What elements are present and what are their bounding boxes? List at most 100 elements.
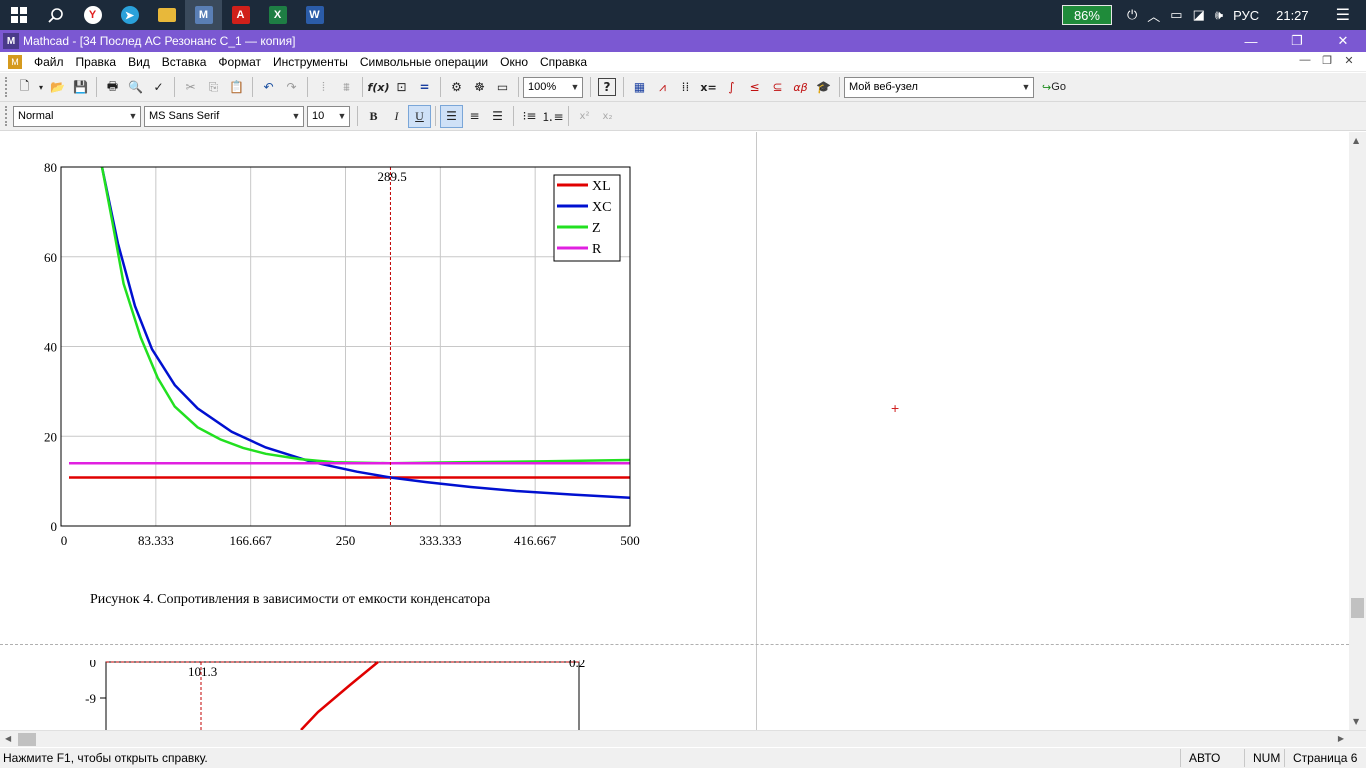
subscript-icon[interactable]: x₂ — [596, 105, 619, 128]
print-icon[interactable]: 🖶 — [101, 76, 124, 99]
run-script-icon[interactable]: ☸ — [468, 76, 491, 99]
doc-close-button[interactable]: ✕ — [1338, 54, 1360, 67]
language-indicator[interactable]: РУС — [1233, 8, 1259, 23]
menu-window[interactable]: Окно — [494, 55, 534, 69]
resistance-chart[interactable]: 0 83.333 166.667 250 333.333 416.667 500 0 20 40 6… — [0, 132, 680, 562]
bullet-list-icon[interactable]: ⁝≡ — [518, 105, 541, 128]
scroll-up-arrow-icon[interactable]: ▲ — [1353, 136, 1359, 145]
superscript-icon[interactable]: x² — [573, 105, 596, 128]
chevron-down-icon[interactable]: ▼ — [1019, 78, 1033, 97]
menu-symbolics[interactable]: Символьные операции — [354, 55, 494, 69]
open-folder-icon[interactable]: 📂 — [46, 76, 69, 99]
programming-toolbar-icon[interactable]: ⊆ — [766, 76, 789, 99]
save-icon[interactable]: 💾 — [69, 76, 92, 99]
speaker-icon[interactable]: 🕪 — [1215, 7, 1223, 23]
horizontal-scroll-thumb[interactable] — [18, 733, 36, 746]
insert-unit-icon[interactable]: ⊡ — [390, 76, 413, 99]
chevron-down-icon[interactable]: ▼ — [126, 107, 140, 126]
menu-help[interactable]: Справка — [534, 55, 593, 69]
spell-check-icon[interactable]: ✓ — [147, 76, 170, 99]
menu-file[interactable]: Файл — [28, 55, 70, 69]
web-node-select[interactable]: Мой веб-узел ▼ — [844, 76, 1034, 98]
battery-indicator[interactable]: 86% — [1061, 5, 1112, 25]
menu-view[interactable]: Вид — [122, 55, 156, 69]
print-preview-icon[interactable]: 🔍 — [124, 76, 147, 99]
align-down-icon[interactable]: ⩩ — [335, 76, 358, 99]
paste-icon[interactable]: 📋 — [225, 76, 248, 99]
symbolic-toolbar-icon[interactable]: 🎓 — [812, 76, 835, 99]
file-explorer-icon[interactable] — [148, 0, 185, 30]
greek-toolbar-icon[interactable]: αβ — [789, 76, 812, 99]
clock[interactable]: 21:27 — [1276, 8, 1309, 23]
chevron-down-icon[interactable]: ▼ — [289, 107, 303, 126]
chevron-down-icon[interactable]: ▼ — [568, 78, 582, 97]
power-plug-icon[interactable]: ⏻ — [1127, 7, 1137, 23]
graph-toolbar-icon[interactable]: ⩘ — [651, 76, 674, 99]
document-icon[interactable]: M — [8, 54, 22, 69]
vertical-scroll-thumb[interactable] — [1351, 598, 1364, 618]
status-bar: Нажмите F1, чтобы открыть справку. АВТО … — [0, 748, 1366, 768]
worksheet[interactable]: + 0 83.333 166.667 250 333.333 416.667 500 0 20 4… — [0, 132, 1349, 730]
evaluation-toolbar-icon[interactable]: x= — [697, 76, 720, 99]
menu-edit[interactable]: Правка — [70, 55, 123, 69]
new-document-icon[interactable]: 🗋 — [13, 76, 36, 99]
font-select[interactable]: MS Sans Serif ▼ — [144, 105, 304, 127]
notification-icon[interactable]: ☰ — [1336, 5, 1350, 25]
horizontal-scrollbar[interactable]: ◀ ▶ — [0, 730, 1366, 747]
second-chart[interactable]: 101.3 0 -9 0.2 — [0, 660, 680, 730]
chevron-up-icon[interactable]: ︿ — [1147, 6, 1160, 25]
component-wizard-icon[interactable]: ⚙ — [445, 76, 468, 99]
calculator-toolbar-icon[interactable]: ▦ — [628, 76, 651, 99]
font-size-select[interactable]: 10 ▼ — [307, 105, 350, 127]
zoom-select[interactable]: 100% ▼ — [523, 76, 583, 98]
window-title: Mathcad - [34 Послед АС Резонанс С_1 — к… — [23, 34, 296, 48]
align-right-icon[interactable]: ☰ — [486, 105, 509, 128]
battery-icon[interactable]: ▭ — [1170, 7, 1182, 23]
menu-format[interactable]: Формат — [212, 55, 267, 69]
calculate-icon[interactable]: = — [413, 76, 436, 99]
cut-icon[interactable]: ✂ — [179, 76, 202, 99]
doc-minimize-button[interactable]: — — [1294, 54, 1316, 67]
help-icon[interactable]: ? — [598, 78, 616, 96]
insert-function-icon[interactable]: f(x) — [367, 76, 390, 99]
menu-insert[interactable]: Вставка — [156, 55, 213, 69]
vertical-scrollbar[interactable]: ▲ ▼ — [1349, 132, 1366, 730]
calculus-toolbar-icon[interactable]: ∫ — [720, 76, 743, 99]
toolbar-grip[interactable] — [5, 106, 9, 126]
italic-button[interactable]: I — [385, 105, 408, 128]
undo-icon[interactable]: ↶ — [257, 76, 280, 99]
align-across-icon[interactable]: ⦙ — [312, 76, 335, 99]
redo-icon[interactable]: ↷ — [280, 76, 303, 99]
boolean-toolbar-icon[interactable]: ≤ — [743, 76, 766, 99]
close-button[interactable]: ✕ — [1320, 30, 1366, 52]
doc-restore-button[interactable]: ❐ — [1316, 54, 1338, 67]
matrix-toolbar-icon[interactable]: ⁞⁞ — [674, 76, 697, 99]
bold-button[interactable]: B — [362, 105, 385, 128]
align-center-icon[interactable]: ≡ — [463, 105, 486, 128]
copy-icon[interactable]: ⎘ — [202, 76, 225, 99]
new-dropdown-icon[interactable]: ▾ — [36, 76, 46, 99]
menu-tools[interactable]: Инструменты — [267, 55, 354, 69]
maximize-button[interactable]: ❐ — [1274, 30, 1320, 52]
acrobat-icon[interactable]: A — [222, 0, 259, 30]
yandex-browser-icon[interactable]: Y — [74, 0, 111, 30]
scroll-down-arrow-icon[interactable]: ▼ — [1353, 717, 1359, 726]
search-icon[interactable] — [37, 0, 74, 30]
style-select[interactable]: Normal ▼ — [13, 105, 141, 127]
numbered-list-icon[interactable]: ⒈≡ — [541, 105, 564, 128]
underline-button[interactable]: U — [408, 104, 431, 128]
network-icon[interactable]: ◪ — [1193, 7, 1205, 23]
chevron-down-icon[interactable]: ▼ — [335, 107, 349, 126]
insert-region-icon[interactable]: ▭ — [491, 76, 514, 99]
scroll-left-arrow-icon[interactable]: ◀ — [5, 734, 11, 743]
word-icon[interactable]: W — [296, 0, 333, 30]
mathcad-taskbar-icon[interactable]: M — [185, 0, 222, 30]
go-button[interactable]: ↪ Go — [1037, 76, 1071, 99]
minimize-button[interactable]: — — [1228, 30, 1274, 52]
telegram-icon[interactable]: ➤ — [111, 0, 148, 30]
align-left-icon[interactable]: ☰ — [440, 104, 463, 128]
windows-start-icon[interactable] — [0, 0, 37, 30]
scroll-right-arrow-icon[interactable]: ▶ — [1338, 734, 1344, 743]
toolbar-grip[interactable] — [5, 77, 9, 97]
excel-icon[interactable]: X — [259, 0, 296, 30]
